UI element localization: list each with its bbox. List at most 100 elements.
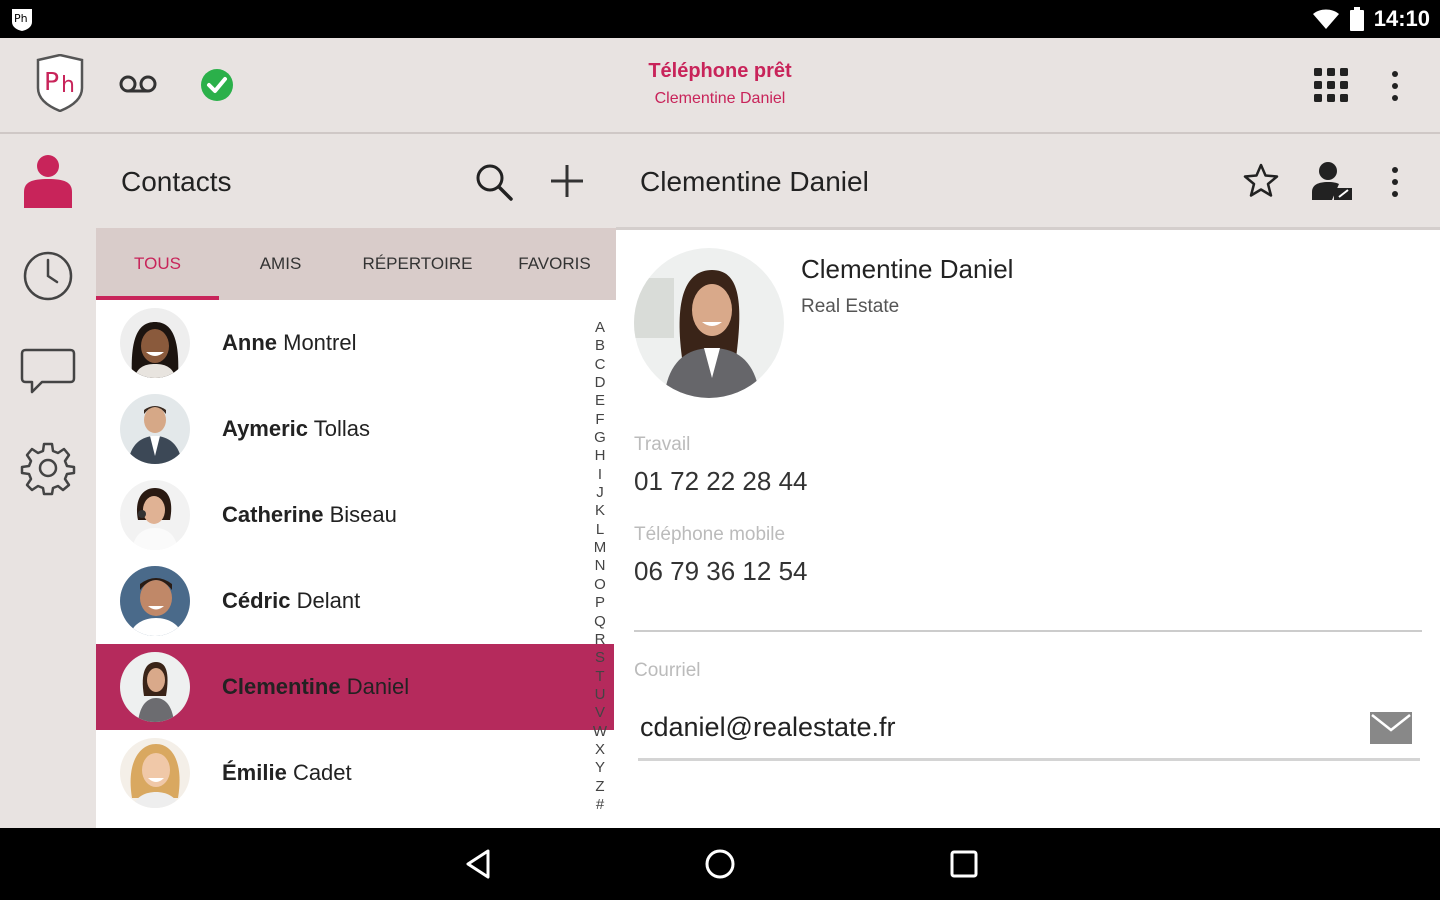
phone-status-title: Téléphone prêt	[648, 60, 792, 82]
alphabet-index-letter[interactable]: X	[595, 742, 605, 757]
wifi-icon	[1312, 9, 1339, 29]
contact-avatar	[120, 308, 190, 378]
tab-repertoire[interactable]: RÉPERTOIRE	[342, 228, 493, 300]
alphabet-index-letter[interactable]: G	[594, 430, 606, 445]
contact-photo	[634, 248, 784, 398]
alphabet-index-letter[interactable]: #	[596, 797, 604, 812]
contact-company: Real Estate	[801, 296, 900, 317]
svg-text:Ph: Ph	[14, 12, 28, 25]
tab-amis[interactable]: AMIS	[219, 228, 342, 300]
recent-apps-icon[interactable]	[946, 846, 982, 882]
contact-avatar	[120, 738, 190, 808]
app-notification-icon: Ph	[12, 9, 32, 31]
contact-avatar	[120, 652, 190, 722]
email-label: Courriel	[634, 660, 701, 681]
alphabet-index-letter[interactable]: D	[595, 375, 606, 390]
alphabet-index-letter[interactable]: K	[595, 503, 605, 518]
alphabet-index-letter[interactable]: P	[595, 595, 605, 610]
edit-contact-icon[interactable]	[1312, 160, 1354, 202]
svg-text:P: P	[44, 67, 59, 96]
status-bar-right: 14:10	[1312, 0, 1430, 38]
alphabet-index-letter[interactable]: Q	[594, 614, 606, 629]
alphabet-index-letter[interactable]: W	[593, 724, 607, 739]
contact-full-name: Clementine Daniel	[801, 254, 1014, 284]
history-clock-icon[interactable]	[20, 248, 76, 304]
alphabet-index-letter[interactable]: C	[595, 357, 606, 372]
dialpad-icon[interactable]	[1312, 66, 1350, 104]
alphabet-index-letter[interactable]: U	[595, 687, 606, 702]
system-navigation-bar	[0, 828, 1440, 900]
contact-detail: Clementine Daniel Real Estate Travail 01…	[616, 230, 1440, 828]
contacts-header: Contacts	[96, 134, 616, 228]
alphabet-index-letter[interactable]: M	[594, 540, 607, 555]
alphabet-index-letter[interactable]: N	[595, 558, 606, 573]
contact-name: Anne Montrel	[222, 330, 357, 355]
tab-favoris[interactable]: FAVORIS	[493, 228, 616, 300]
alphabet-index-letter[interactable]: A	[595, 320, 605, 335]
contact-row-catherine-biseau[interactable]: Catherine Biseau	[96, 472, 614, 558]
contact-name: Aymeric Tollas	[222, 416, 370, 441]
alphabet-index-letter[interactable]: J	[596, 485, 604, 500]
detail-overflow-menu-icon[interactable]	[1384, 162, 1406, 202]
contact-avatar	[120, 394, 190, 464]
contacts-nav-icon[interactable]	[20, 152, 76, 208]
alphabet-index-letter[interactable]: R	[595, 632, 606, 647]
alphabet-index-letter[interactable]: V	[595, 705, 605, 720]
alphabet-index-letter[interactable]: Y	[595, 760, 605, 775]
voicemail-icon[interactable]	[118, 70, 158, 98]
mobile-phone-number[interactable]: 06 79 36 12 54	[634, 556, 808, 587]
contact-name: Catherine Biseau	[222, 502, 397, 527]
clock: 14:10	[1373, 6, 1430, 31]
contact-row-anne-montrel[interactable]: Anne Montrel	[96, 300, 614, 386]
contact-name: Clementine Daniel	[222, 674, 410, 699]
contact-name: Émilie Cadet	[222, 760, 352, 785]
alphabet-index-letter[interactable]: F	[595, 412, 604, 427]
email-address[interactable]: cdaniel@realestate.fr	[640, 712, 896, 743]
alphabet-index-letter[interactable]: O	[594, 577, 606, 592]
home-icon[interactable]	[702, 846, 738, 882]
back-icon[interactable]	[460, 846, 496, 882]
favorite-star-icon[interactable]	[1242, 162, 1280, 200]
section-divider	[634, 630, 1422, 632]
navigation-rail	[0, 134, 96, 828]
svg-text:h: h	[61, 73, 75, 98]
alphabet-index-letter[interactable]: L	[596, 522, 604, 537]
alphabet-index-letter[interactable]: I	[598, 467, 602, 482]
tab-tous[interactable]: TOUS	[96, 228, 219, 300]
app-top-bar: P h Téléphone prêt Clementine Daniel	[0, 38, 1440, 134]
phone-status: Téléphone prêt Clementine Daniel	[520, 60, 920, 108]
contact-row-emilie-cadet[interactable]: Émilie Cadet	[96, 730, 614, 816]
app-logo-icon[interactable]: P h	[34, 54, 86, 112]
search-icon[interactable]	[474, 162, 514, 202]
send-email-icon[interactable]	[1370, 712, 1412, 744]
work-phone-label: Travail	[634, 434, 691, 455]
contact-row-clementine-daniel[interactable]: Clementine Daniel	[96, 644, 614, 730]
contact-row-aymeric-tollas[interactable]: Aymeric Tollas	[96, 386, 614, 472]
detail-title: Clementine Daniel	[640, 166, 869, 197]
contact-list: Anne Montrel Aymeric Tollas Catherine Bi…	[96, 300, 616, 828]
alphabet-index-letter[interactable]: S	[595, 650, 605, 665]
contact-avatar	[120, 566, 190, 636]
alphabet-index-letter[interactable]: T	[595, 669, 604, 684]
contacts-title: Contacts	[121, 166, 232, 197]
overflow-menu-icon[interactable]	[1384, 66, 1406, 106]
add-contact-icon[interactable]	[548, 162, 586, 200]
battery-icon	[1349, 7, 1364, 31]
alphabet-index-letter[interactable]: B	[595, 338, 605, 353]
alphabet-index-letter[interactable]: H	[595, 448, 606, 463]
alphabet-index-letter[interactable]: E	[595, 393, 605, 408]
messages-chat-icon[interactable]	[20, 342, 76, 398]
alphabet-index[interactable]: A B C D E F G H I J K L M N O P Q R S T U V W X Y Z #	[590, 320, 610, 812]
contact-avatar	[120, 480, 190, 550]
alphabet-index-letter[interactable]: Z	[595, 779, 604, 794]
online-status-icon[interactable]	[200, 68, 234, 102]
work-phone-number[interactable]: 01 72 22 28 44	[634, 466, 808, 497]
detail-header: Clementine Daniel	[616, 134, 1440, 230]
phone-status-user: Clementine Daniel	[654, 90, 786, 107]
contact-name: Cédric Delant	[222, 588, 361, 613]
email-underline	[638, 758, 1420, 761]
settings-gear-icon[interactable]	[20, 440, 76, 496]
mobile-phone-label: Téléphone mobile	[634, 524, 786, 545]
contact-row-cedric-delant[interactable]: Cédric Delant	[96, 558, 614, 644]
contacts-tabs: TOUS AMIS RÉPERTOIRE FAVORIS	[96, 228, 616, 300]
